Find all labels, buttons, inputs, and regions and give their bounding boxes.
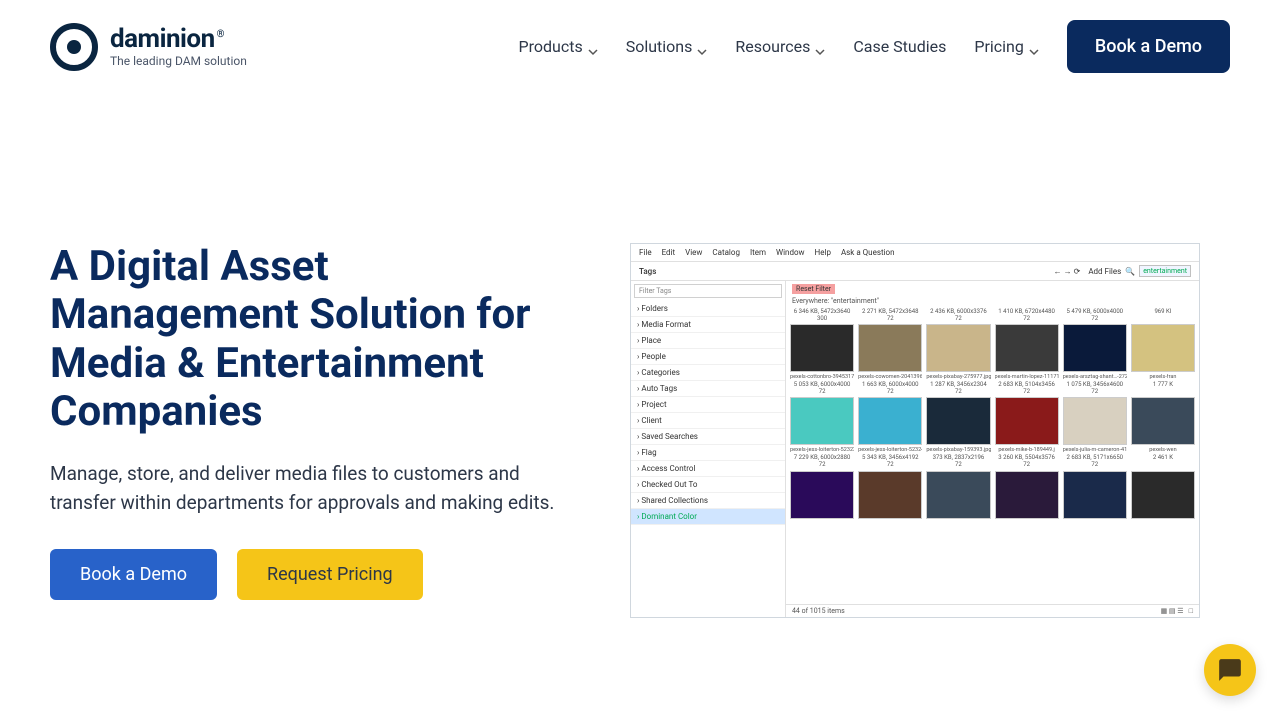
sidebar-item: › Dominant Color [631,509,785,525]
thumbnail [926,397,990,445]
sidebar-item: › Flag [631,445,785,461]
thumbnail [995,471,1059,519]
thumbnail [1063,397,1127,445]
menu-ask: Ask a Question [841,248,895,257]
chat-button[interactable] [1204,644,1256,696]
thumbnail [926,471,990,519]
sidebar-item: › Checked Out To [631,477,785,493]
main-nav: Products Solutions Resources Case Studie… [519,20,1231,73]
nav-pricing[interactable]: Pricing [974,37,1039,56]
thumbnail [1131,324,1195,372]
site-header: daminion® The leading DAM solution Produ… [0,0,1280,93]
sidebar-item: › Shared Collections [631,493,785,509]
app-content: Reset Filter Everywhere: "entertainment"… [786,281,1199,617]
sidebar-item: › Project [631,397,785,413]
sidebar-item: › Place [631,333,785,349]
menu-help: Help [815,248,831,257]
filter-tags-input: Filter Tags [634,284,782,298]
menu-window: Window [776,248,805,257]
thumbnail [1063,324,1127,372]
tags-label: Tags [639,267,656,276]
sidebar-item: › Folders [631,301,785,317]
hero-section: A Digital Asset Management Solution for … [0,243,1280,618]
sidebar-item: › Auto Tags [631,381,785,397]
nav-case-studies[interactable]: Case Studies [853,37,946,56]
chevron-down-icon [588,42,598,52]
menu-file: File [639,248,652,257]
logo-brand: daminion® [110,26,247,52]
menu-edit: Edit [662,248,676,257]
thumbnail [790,471,854,519]
hero-ctas: Book a Demo Request Pricing [50,549,570,600]
nav-products-label: Products [519,37,583,56]
hero-request-pricing-button[interactable]: Request Pricing [237,549,423,600]
nav-products[interactable]: Products [519,37,598,56]
add-files-label: Add Files [1088,267,1121,276]
search-input: entertainment [1139,265,1191,277]
hero-book-demo-button[interactable]: Book a Demo [50,549,217,600]
hero-text: A Digital Asset Management Solution for … [50,243,570,618]
thumbnail [1131,397,1195,445]
search-scope: Everywhere: "entertainment" [786,297,1199,307]
logo-tagline: The leading DAM solution [110,54,247,68]
nav-resources-label: Resources [735,37,810,56]
sidebar-item: › Client [631,413,785,429]
app-menubar: File Edit View Catalog Item Window Help … [631,244,1199,262]
app-status: 44 of 1015 items ▦ ▤ ☰ □ [786,604,1199,617]
app-sidebar: Filter Tags › Folders› Media Format› Pla… [631,281,786,617]
sidebar-item: › Media Format [631,317,785,333]
sidebar-item: › Access Control [631,461,785,477]
thumbnail [995,397,1059,445]
chevron-down-icon [1029,42,1039,52]
menu-item: Item [750,248,766,257]
menu-catalog: Catalog [712,248,740,257]
thumbnail [790,397,854,445]
hero-screenshot: File Edit View Catalog Item Window Help … [630,243,1230,618]
thumbnail [858,397,922,445]
item-count: 44 of 1015 items [792,607,845,615]
app-toolbar: Tags ← → ⟳ Add Files 🔍 entertainment [631,262,1199,281]
chevron-down-icon [815,42,825,52]
sidebar-item: › People [631,349,785,365]
thumbnail [858,324,922,372]
logo-area[interactable]: daminion® The leading DAM solution [50,23,247,71]
thumbnail [790,324,854,372]
app-screenshot: File Edit View Catalog Item Window Help … [630,243,1200,618]
logo-icon [50,23,98,71]
sidebar-item: › Saved Searches [631,429,785,445]
hero-subtitle: Manage, store, and deliver media files t… [50,460,570,517]
thumbnail [1131,471,1195,519]
nav-solutions-label: Solutions [626,37,693,56]
thumbnail [858,471,922,519]
thumbnail [926,324,990,372]
hero-title: A Digital Asset Management Solution for … [50,243,570,436]
sidebar-item: › Categories [631,365,785,381]
nav-solutions[interactable]: Solutions [626,37,708,56]
logo-text: daminion® The leading DAM solution [110,26,247,68]
reset-filter-button: Reset Filter [792,284,835,294]
chat-icon [1217,657,1243,683]
thumbnail [1063,471,1127,519]
nav-resources[interactable]: Resources [735,37,825,56]
thumbnail [995,324,1059,372]
header-book-demo-button[interactable]: Book a Demo [1067,20,1230,73]
nav-pricing-label: Pricing [974,37,1024,56]
menu-view: View [685,248,702,257]
chevron-down-icon [697,42,707,52]
nav-case-studies-label: Case Studies [853,37,946,56]
